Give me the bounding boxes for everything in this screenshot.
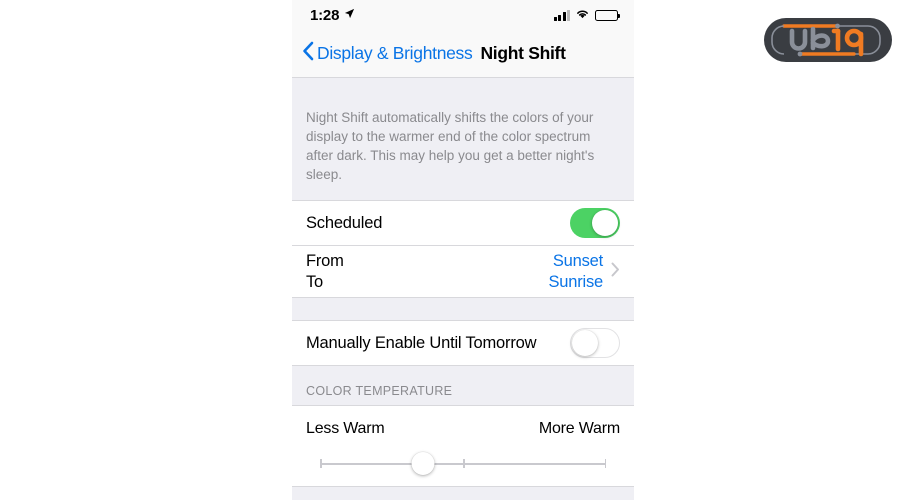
manual-enable-toggle[interactable]: [570, 328, 620, 358]
manual-enable-label: Manually Enable Until Tomorrow: [306, 333, 537, 352]
slider-thumb[interactable]: [411, 452, 435, 475]
scheduled-toggle[interactable]: [570, 208, 620, 238]
nav-bar: Display & Brightness Night Shift: [292, 30, 634, 78]
scheduled-row[interactable]: Scheduled: [292, 201, 634, 245]
manual-enable-row[interactable]: Manually Enable Until Tomorrow: [292, 321, 634, 365]
status-bar-clock: 1:28: [310, 6, 340, 24]
back-button[interactable]: Display & Brightness: [302, 41, 473, 66]
from-to-labels: From To: [306, 251, 344, 292]
from-to-row[interactable]: From To Sunset Sunrise: [292, 245, 634, 297]
from-to-values: Sunset Sunrise: [548, 251, 603, 292]
chevron-left-icon: [302, 41, 314, 66]
location-arrow-icon: [344, 6, 355, 24]
top-spacer: [292, 78, 634, 100]
status-bar-right: [553, 6, 620, 24]
section-spacer-1: [292, 298, 634, 320]
wifi-icon: [575, 6, 590, 24]
status-bar: 1:28: [292, 0, 634, 30]
slider-tick-min: [320, 459, 322, 468]
color-temperature-card: Less Warm More Warm: [292, 405, 634, 486]
watermark-logo: [762, 16, 894, 64]
back-button-label: Display & Brightness: [317, 43, 473, 63]
color-temperature-header: COLOR TEMPERATURE: [292, 366, 634, 405]
scheduled-toggle-knob: [592, 210, 618, 236]
slider-endpoint-labels: Less Warm More Warm: [306, 420, 620, 438]
manual-enable-toggle-knob: [572, 330, 598, 356]
chevron-right-icon: [611, 262, 620, 281]
schedule-card: Scheduled From To Sunset Sunrise: [292, 200, 634, 298]
slider-max-label: More Warm: [538, 420, 620, 437]
scheduled-label: Scheduled: [306, 213, 383, 232]
slider-tick-mid: [463, 459, 465, 468]
bottom-section-spacer: [292, 486, 634, 500]
phone-viewport: 1:28 Display & Brightness Night Shift Ni…: [292, 0, 634, 500]
manual-enable-card: Manually Enable Until Tomorrow: [292, 320, 634, 366]
slider-min-label: Less Warm: [306, 420, 385, 437]
to-label: To: [306, 272, 324, 291]
to-value: Sunrise: [548, 272, 603, 291]
color-temperature-slider[interactable]: [320, 442, 606, 486]
cellular-signal-icon: [553, 9, 570, 21]
status-bar-left: 1:28: [310, 6, 355, 24]
from-label: From: [306, 251, 344, 270]
night-shift-description: Night Shift automatically shifts the col…: [292, 100, 634, 200]
page-title: Night Shift: [480, 43, 566, 63]
from-value: Sunset: [552, 251, 603, 270]
slider-tick-max: [604, 459, 606, 468]
battery-icon: [595, 9, 620, 21]
